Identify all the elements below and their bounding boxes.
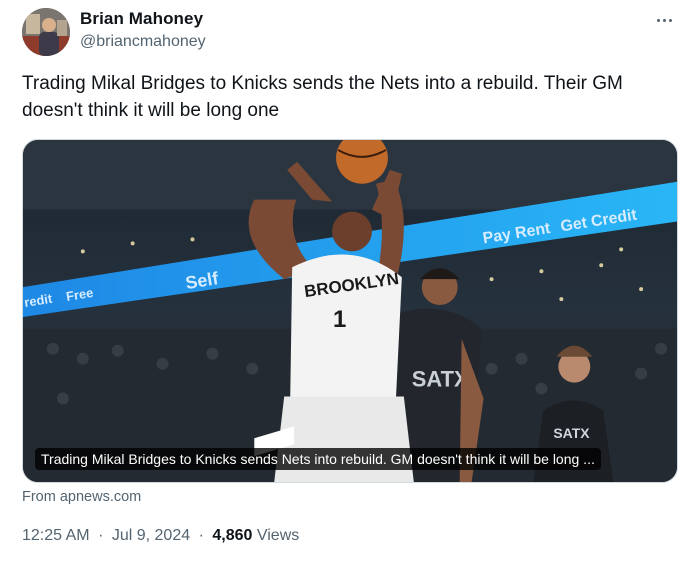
meta-separator: · [198,527,204,544]
tweet-text: Trading Mikal Bridges to Knicks sends th… [22,73,623,121]
avatar-image [22,8,70,56]
meta-separator: · [98,527,104,544]
more-options-button[interactable] [650,8,678,32]
author-name[interactable]: Brian Mahoney [80,9,203,29]
card-photo: Pay Rent Get Credit Self redit Free SATX… [23,140,677,482]
svg-text:SATX: SATX [553,425,590,441]
tweet-time[interactable]: 12:25 AM [22,527,90,544]
tweet-meta: 12:25 AM · Jul 9, 2024 · 4,860 Views [22,527,299,545]
svg-text:SATX: SATX [412,367,469,392]
author-handle[interactable]: @briancmahoney [80,33,206,51]
link-card[interactable]: Pay Rent Get Credit Self redit Free SATX… [22,139,678,483]
tweet-date[interactable]: Jul 9, 2024 [112,527,190,544]
card-caption: Trading Mikal Bridges to Knicks sends Ne… [35,448,601,470]
avatar[interactable] [22,8,70,56]
views-label: Views [256,527,300,544]
source-link[interactable]: From apnews.com [22,489,141,505]
more-horizontal-icon [656,18,660,22]
tweet: Brian Mahoney @briancmahoney Trading Mik… [0,0,694,564]
svg-text:1: 1 [333,306,346,333]
views-count: 4,860 [212,527,253,544]
